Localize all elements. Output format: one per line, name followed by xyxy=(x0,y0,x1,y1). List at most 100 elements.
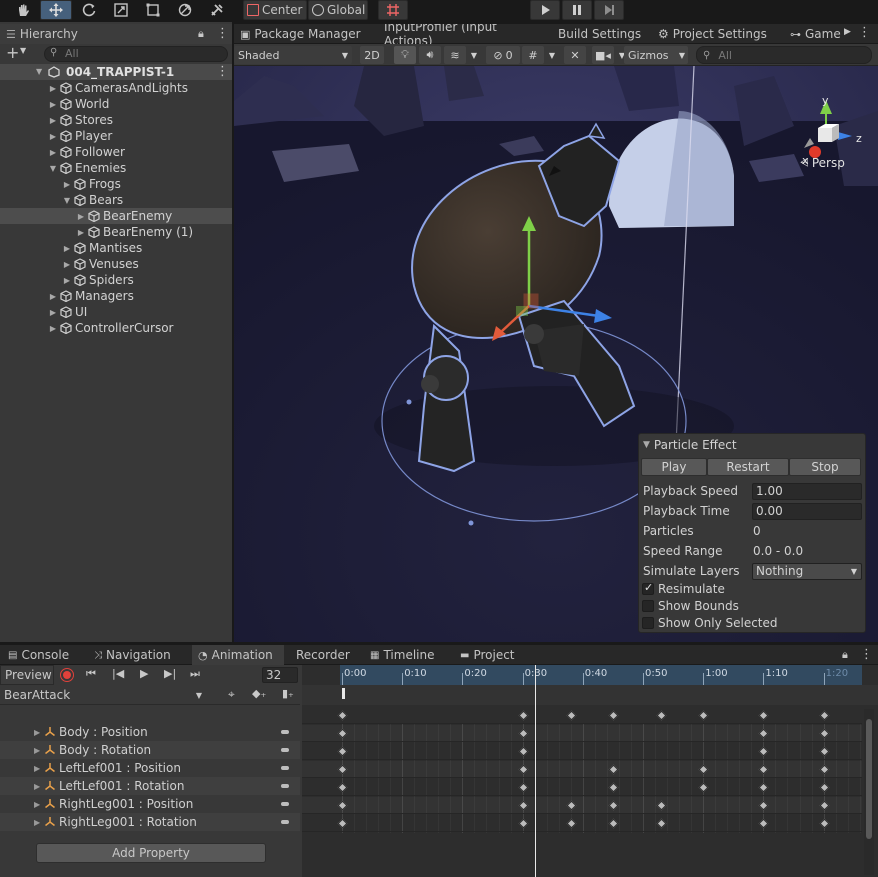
collapsed-arrow-icon[interactable]: ▶ xyxy=(62,276,72,285)
expand-arrow-icon[interactable]: ▼ xyxy=(36,64,42,80)
dopesheet[interactable]: 0:00 0:10 0:20 0:30 0:40 0:50 1:00 1:10 1:20 xyxy=(302,665,878,877)
collapsed-arrow-icon[interactable]: ▶ xyxy=(76,228,86,237)
effects-icon[interactable]: ≋ xyxy=(444,46,466,64)
animation-event-marker[interactable] xyxy=(342,688,345,699)
particle-field-input[interactable]: 1.00 xyxy=(752,483,862,500)
collapsed-arrow-icon[interactable]: ▶ xyxy=(48,116,58,125)
expand-arrow-icon[interactable]: ▶ xyxy=(34,818,40,827)
filter-icon[interactable]: ⌖ xyxy=(228,687,235,702)
dopesheet-row[interactable] xyxy=(302,743,862,760)
chevron-down-icon[interactable]: ▼ xyxy=(20,46,26,55)
tab-timeline[interactable]: ▦ Timeline xyxy=(364,645,444,665)
particle-checkbox-row[interactable]: Show Only Selected xyxy=(642,614,778,632)
hierarchy-item[interactable]: ▶ CamerasAndLights xyxy=(0,80,232,96)
scale-tool-icon[interactable] xyxy=(106,0,136,20)
collapsed-arrow-icon[interactable]: ▶ xyxy=(48,148,58,157)
add-icon[interactable]: + xyxy=(6,44,19,62)
hierarchy-item[interactable]: ▶ UI xyxy=(0,304,232,320)
collapsed-arrow-icon[interactable]: ▶ xyxy=(48,324,58,333)
property-options-icon[interactable] xyxy=(281,802,289,806)
property-options-icon[interactable] xyxy=(281,730,289,734)
scene-visibility-toggle[interactable]: ⊘ 0 xyxy=(486,46,520,64)
collapsed-arrow-icon[interactable]: ▶ xyxy=(62,244,72,253)
particle-restart-button[interactable]: Restart xyxy=(707,458,789,476)
lock-icon[interactable]: 🔒︎ xyxy=(198,27,204,41)
tab-project-settings[interactable]: ⚙ Project Settings xyxy=(652,24,782,44)
tab-navigation[interactable]: ⤨ Navigation xyxy=(88,645,184,665)
play-animation-icon[interactable]: ▶ xyxy=(140,667,148,680)
preview-toggle[interactable]: Preview xyxy=(0,665,54,685)
add-keyframe-icon[interactable]: ◆₊ xyxy=(252,687,266,700)
kebab-menu-icon[interactable]: ⋮ xyxy=(216,26,229,41)
grid-icon[interactable]: # xyxy=(522,46,544,64)
camera-icon[interactable]: ■◂ xyxy=(592,46,614,64)
last-keyframe-icon[interactable]: ⏭ xyxy=(190,667,200,681)
animation-property-row[interactable]: ▶ RightLeg001 : Rotation xyxy=(0,813,300,831)
particle-play-button[interactable]: Play xyxy=(641,458,707,476)
animation-property-row[interactable]: ▶ LeftLef001 : Position xyxy=(0,759,300,777)
collapsed-arrow-icon[interactable]: ▶ xyxy=(62,180,72,189)
collapsed-arrow-icon[interactable]: ▶ xyxy=(48,132,58,141)
hierarchy-item[interactable]: ▶ BearEnemy xyxy=(0,208,232,224)
add-property-button[interactable]: Add Property xyxy=(36,843,266,863)
event-lane[interactable] xyxy=(302,685,878,705)
scene-menu-icon[interactable]: ⋮ xyxy=(858,25,871,40)
animation-property-row[interactable]: ▶ Body : Rotation xyxy=(0,741,300,759)
gizmos-dropdown[interactable]: Gizmos ▼ xyxy=(624,46,688,64)
hierarchy-item[interactable]: ▶ Follower xyxy=(0,144,232,160)
grid-snapping-icon[interactable] xyxy=(378,0,408,20)
property-options-icon[interactable] xyxy=(281,820,289,824)
first-keyframe-icon[interactable]: ⏮ xyxy=(86,667,96,681)
collapsed-arrow-icon[interactable]: ▶ xyxy=(48,308,58,317)
prev-keyframe-icon[interactable]: |◀ xyxy=(112,667,124,680)
scene-search-input[interactable]: ⚲ All xyxy=(696,46,872,64)
hierarchy-item[interactable]: ▶ BearEnemy (1) xyxy=(0,224,232,240)
tab-scroll-icon[interactable]: ▶ xyxy=(844,27,851,37)
collapsed-arrow-icon[interactable]: ▶ xyxy=(48,100,58,109)
particle-checkbox-row[interactable]: ✓ Resimulate xyxy=(642,580,725,598)
lighting-icon[interactable]: 💡︎ xyxy=(394,46,416,64)
move-tool-icon[interactable] xyxy=(40,0,72,20)
property-options-icon[interactable] xyxy=(281,748,289,752)
hierarchy-item[interactable]: ▶ Managers xyxy=(0,288,232,304)
pivot-rotation-button[interactable]: Global xyxy=(308,0,368,20)
checkbox-unchecked[interactable] xyxy=(642,600,654,612)
draw-mode-dropdown[interactable]: Shaded ▼ xyxy=(234,46,352,64)
custom-tools-icon[interactable] xyxy=(202,0,232,20)
hierarchy-item[interactable]: ▶ Player xyxy=(0,128,232,144)
tab-recorder[interactable]: Recorder xyxy=(290,645,356,665)
particle-stop-button[interactable]: Stop xyxy=(789,458,861,476)
dopesheet-row[interactable] xyxy=(302,797,862,814)
hierarchy-item[interactable]: ▶ Frogs xyxy=(0,176,232,192)
scene-root-row[interactable]: ▼ 004_TRAPPIST-1 ⋮ xyxy=(0,64,232,80)
hierarchy-item[interactable]: ▶ ControllerCursor xyxy=(0,320,232,336)
hierarchy-item[interactable]: ▶ World xyxy=(0,96,232,112)
rect-tool-icon[interactable] xyxy=(138,0,168,20)
hierarchy-item[interactable]: ▼ Enemies xyxy=(0,160,232,176)
hierarchy-item[interactable]: ▼ Bears xyxy=(0,192,232,208)
collapsed-arrow-icon[interactable]: ▶ xyxy=(48,84,58,93)
projection-toggle[interactable]: ⩤ Persp xyxy=(800,156,845,170)
expanded-arrow-icon[interactable]: ▼ xyxy=(48,164,58,173)
record-button[interactable] xyxy=(60,668,74,682)
tools-icon[interactable]: ✕ xyxy=(564,46,586,64)
clip-dropdown[interactable]: BearAttack ▼ xyxy=(0,686,206,704)
frame-field[interactable]: 32 xyxy=(262,667,298,683)
hierarchy-search-input[interactable]: ⚲ All xyxy=(44,46,228,62)
particle-field-input[interactable]: 0.00 xyxy=(752,503,862,520)
chevron-down-icon[interactable]: ▼ xyxy=(546,46,558,64)
animation-property-row[interactable]: ▶ RightLeg001 : Position xyxy=(0,795,300,813)
tab-package-manager[interactable]: ▣ Package Manager xyxy=(234,24,376,44)
2d-toggle-button[interactable]: 2D xyxy=(360,46,384,64)
chevron-down-icon[interactable]: ▼ xyxy=(468,46,480,64)
next-keyframe-icon[interactable]: ▶| xyxy=(164,667,176,680)
tab-inputprofiler[interactable]: InputProfiler (Input Actions) xyxy=(378,24,546,48)
lock-icon[interactable]: 🔒︎ xyxy=(842,648,848,662)
scrollbar-thumb[interactable] xyxy=(866,719,872,839)
tab-animation[interactable]: ◔ Animation xyxy=(192,645,284,665)
kebab-menu-icon[interactable]: ⋮ xyxy=(860,647,873,662)
dopesheet-row[interactable] xyxy=(302,815,862,832)
property-options-icon[interactable] xyxy=(281,784,289,788)
expand-arrow-icon[interactable]: ▶ xyxy=(34,782,40,791)
playhead[interactable] xyxy=(534,665,536,877)
